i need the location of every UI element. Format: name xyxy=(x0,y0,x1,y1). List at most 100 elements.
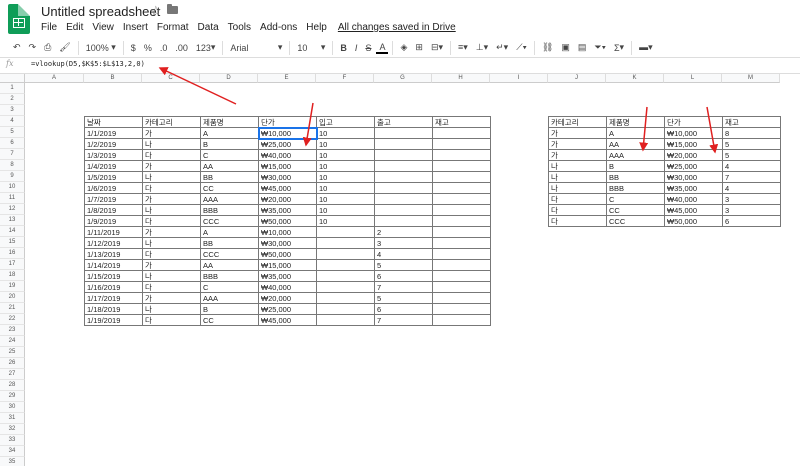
functions-button[interactable]: Σ ▾ xyxy=(611,40,627,56)
column-header-f[interactable]: F xyxy=(316,74,374,83)
row-header-6[interactable]: 6 xyxy=(0,138,25,149)
row-header-30[interactable]: 30 xyxy=(0,402,25,413)
cell[interactable]: 4 xyxy=(722,182,781,194)
row-header-22[interactable]: 22 xyxy=(0,314,25,325)
cell[interactable] xyxy=(432,292,491,304)
print-icon[interactable]: ⎙ xyxy=(41,40,54,56)
cell[interactable] xyxy=(316,226,375,238)
column-header-l[interactable]: L xyxy=(664,74,722,83)
cell[interactable] xyxy=(316,314,375,326)
cell[interactable]: 다 xyxy=(548,204,607,216)
row-header-34[interactable]: 34 xyxy=(0,446,25,457)
cell[interactable]: ₩45,000 xyxy=(664,204,723,216)
cell[interactable] xyxy=(374,160,433,172)
cell[interactable]: BB xyxy=(606,171,665,183)
row-header-17[interactable]: 17 xyxy=(0,259,25,270)
cell[interactable]: 10 xyxy=(316,160,375,172)
cell[interactable]: B xyxy=(200,138,259,150)
cell[interactable]: ₩15,000 xyxy=(258,259,317,271)
cell[interactable]: ₩35,000 xyxy=(258,270,317,282)
header-cell[interactable]: 출고 xyxy=(374,116,433,128)
menu-file[interactable]: File xyxy=(41,22,57,33)
row-header-13[interactable]: 13 xyxy=(0,215,25,226)
percent-button[interactable]: % xyxy=(141,40,155,56)
row-header-33[interactable]: 33 xyxy=(0,435,25,446)
header-cell[interactable]: 단가 xyxy=(258,116,317,128)
cell[interactable]: 다 xyxy=(548,215,607,227)
cell[interactable]: 1/1/2019 xyxy=(84,127,143,139)
cell[interactable]: 10 xyxy=(316,127,375,139)
row-header-16[interactable]: 16 xyxy=(0,248,25,259)
strikethrough-button[interactable]: S xyxy=(362,40,374,56)
cell[interactable] xyxy=(316,259,375,271)
cell[interactable]: ₩10,000 xyxy=(664,127,723,139)
row-header-10[interactable]: 10 xyxy=(0,182,25,193)
cell[interactable] xyxy=(374,171,433,183)
cell[interactable]: 나 xyxy=(548,171,607,183)
text-wrap-icon[interactable]: ↵▾ xyxy=(493,40,511,56)
document-title[interactable]: Untitled spreadsheet xyxy=(41,4,160,19)
cell[interactable]: C xyxy=(200,281,259,293)
row-header-27[interactable]: 27 xyxy=(0,369,25,380)
cell[interactable] xyxy=(432,171,491,183)
cell[interactable]: 1/17/2019 xyxy=(84,292,143,304)
font-size-select[interactable]: 10 ▾ xyxy=(294,40,328,56)
cell[interactable]: 다 xyxy=(142,182,201,194)
cell[interactable]: C xyxy=(606,193,665,205)
header-cell[interactable]: 제품명 xyxy=(200,116,259,128)
row-header-3[interactable]: 3 xyxy=(0,105,25,116)
cell[interactable] xyxy=(316,303,375,315)
cell[interactable] xyxy=(374,193,433,205)
cell[interactable] xyxy=(432,215,491,227)
decrease-decimal-button[interactable]: .0 xyxy=(157,40,171,56)
cell[interactable] xyxy=(374,138,433,150)
star-icon[interactable]: ☆ xyxy=(150,3,162,19)
column-header-i[interactable]: I xyxy=(490,74,548,83)
cell[interactable]: 가 xyxy=(548,127,607,139)
cell[interactable]: AA xyxy=(200,259,259,271)
cell[interactable]: 1/18/2019 xyxy=(84,303,143,315)
sheet-grid[interactable]: A B C D E F G H I J K L M 1 2 3 4 5 6 7 8 9 10 11 12 13 14 15 16 17 18… xyxy=(0,74,800,466)
cell[interactable]: ₩40,000 xyxy=(664,193,723,205)
cell[interactable]: ₩15,000 xyxy=(664,138,723,150)
cell[interactable]: 3 xyxy=(722,204,781,216)
insert-link-icon[interactable]: ⛓ xyxy=(539,40,556,56)
cell[interactable]: AA xyxy=(606,138,665,150)
vertical-align-icon[interactable]: ⊥▾ xyxy=(473,40,491,56)
row-header-8[interactable]: 8 xyxy=(0,160,25,171)
cell[interactable]: 1/13/2019 xyxy=(84,248,143,260)
cell[interactable]: ₩50,000 xyxy=(258,248,317,260)
cell[interactable]: 6 xyxy=(722,215,781,227)
cell[interactable]: ₩35,000 xyxy=(664,182,723,194)
cell[interactable] xyxy=(316,270,375,282)
cell[interactable]: ₩25,000 xyxy=(258,303,317,315)
header-cell[interactable]: 단가 xyxy=(664,116,723,128)
row-header-7[interactable]: 7 xyxy=(0,149,25,160)
cell[interactable]: ₩40,000 xyxy=(258,281,317,293)
cell[interactable]: 다 xyxy=(142,248,201,260)
bold-button[interactable]: B xyxy=(337,40,350,56)
cell[interactable]: BBB xyxy=(200,270,259,282)
cell[interactable]: ₩25,000 xyxy=(664,160,723,172)
cell[interactable]: ₩50,000 xyxy=(664,215,723,227)
cell[interactable]: 5 xyxy=(374,259,433,271)
cell[interactable]: 10 xyxy=(316,193,375,205)
filter-icon[interactable]: ⏷▾ xyxy=(591,40,609,56)
row-header-31[interactable]: 31 xyxy=(0,413,25,424)
cell[interactable]: 다 xyxy=(142,314,201,326)
sheets-logo-icon[interactable] xyxy=(8,4,30,34)
row-header-2[interactable]: 2 xyxy=(0,94,25,105)
row-header-24[interactable]: 24 xyxy=(0,336,25,347)
header-cell[interactable]: 제품명 xyxy=(606,116,665,128)
cell[interactable]: 6 xyxy=(374,303,433,315)
cell[interactable]: 3 xyxy=(722,193,781,205)
row-header-4[interactable]: 4 xyxy=(0,116,25,127)
cell[interactable]: 5 xyxy=(374,292,433,304)
column-header-h[interactable]: H xyxy=(432,74,490,83)
cell[interactable]: 가 xyxy=(548,138,607,150)
cell[interactable]: BB xyxy=(200,237,259,249)
cell[interactable]: 1/3/2019 xyxy=(84,149,143,161)
cell[interactable]: 1/4/2019 xyxy=(84,160,143,172)
column-header-k[interactable]: K xyxy=(606,74,664,83)
header-cell[interactable]: 재고 xyxy=(722,116,781,128)
